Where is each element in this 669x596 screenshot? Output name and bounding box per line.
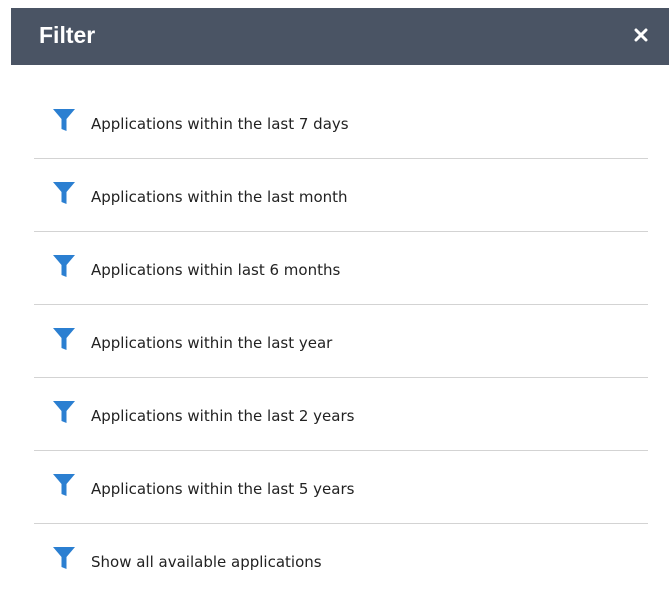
close-icon [634,28,648,42]
filter-funnel-icon [52,472,76,498]
filter-funnel-icon [52,107,76,133]
filter-list: Applications within the last 7 days Appl… [34,86,648,596]
filter-funnel-icon [52,180,76,206]
filter-item-label: Applications within the last 5 years [91,480,355,498]
filter-item-label: Applications within the last month [91,188,348,206]
filter-funnel-icon [52,399,76,425]
filter-funnel-icon [52,545,76,571]
filter-item-label: Applications within the last year [91,334,333,352]
filter-item-last-month[interactable]: Applications within the last month [34,159,648,232]
filter-funnel-icon [52,326,76,352]
filter-funnel-icon [52,253,76,279]
filter-panel: Filter Applications within the last 7 da… [0,0,669,596]
filter-item-last-2-years[interactable]: Applications within the last 2 years [34,378,648,451]
panel-header: Filter [11,8,669,65]
filter-item-last-7-days[interactable]: Applications within the last 7 days [34,86,648,159]
filter-item-label: Show all available applications [91,553,322,571]
filter-item-show-all[interactable]: Show all available applications [34,524,648,596]
filter-item-last-5-years[interactable]: Applications within the last 5 years [34,451,648,524]
filter-item-label: Applications within the last 7 days [91,115,349,133]
filter-item-label: Applications within last 6 months [91,261,341,279]
filter-item-label: Applications within the last 2 years [91,407,355,425]
filter-item-last-6-months[interactable]: Applications within last 6 months [34,232,648,305]
panel-title: Filter [39,22,96,48]
filter-item-last-year[interactable]: Applications within the last year [34,305,648,378]
close-button[interactable] [627,21,655,49]
